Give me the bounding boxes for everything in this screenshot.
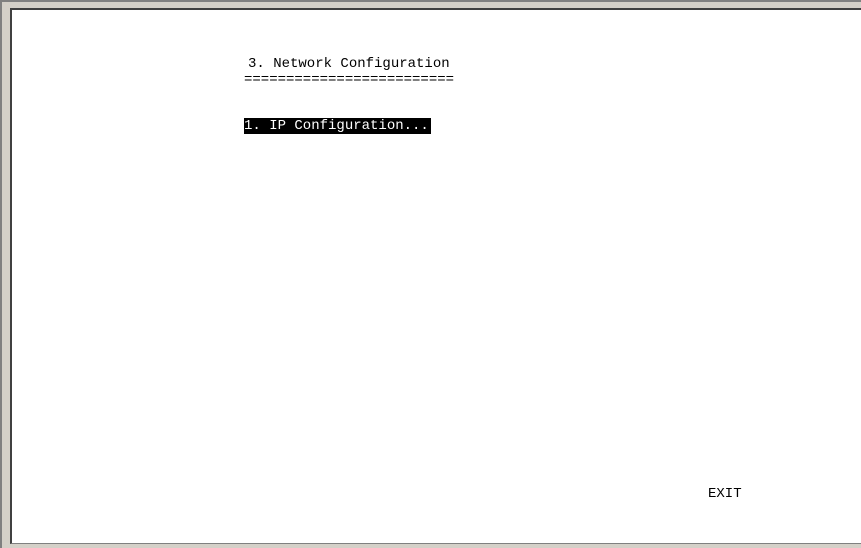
menu-item-ip-configuration[interactable]: 1. IP Configuration... bbox=[244, 118, 431, 134]
exit-option[interactable]: EXIT bbox=[708, 486, 742, 502]
terminal-text-area: 3. Network Configuration ===============… bbox=[12, 10, 861, 543]
screen-title: 3. Network Configuration bbox=[248, 56, 450, 72]
console-window-frame: 3. Network Configuration ===============… bbox=[0, 0, 861, 548]
console-screen: 3. Network Configuration ===============… bbox=[10, 8, 861, 544]
title-underline: ========================= bbox=[244, 72, 455, 88]
